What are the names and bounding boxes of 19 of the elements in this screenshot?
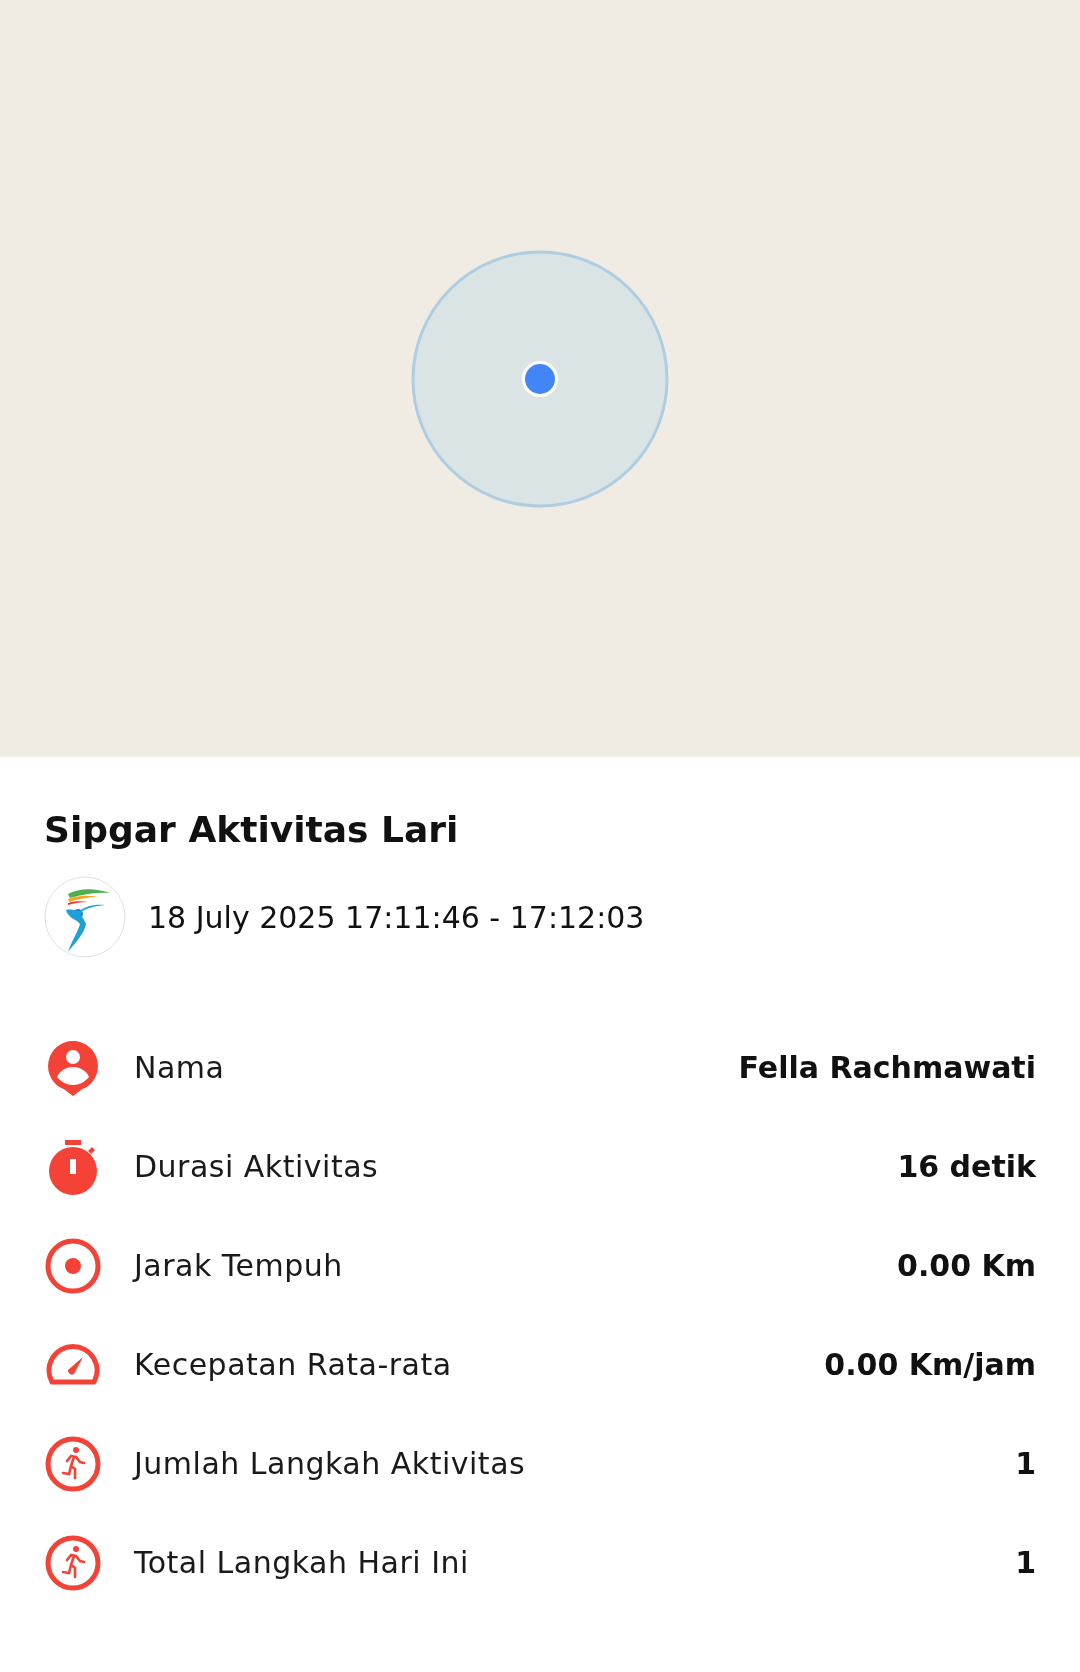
stat-label: Kecepatan Rata-rata — [134, 1347, 453, 1382]
activity-title: Sipgar Aktivitas Lari — [44, 809, 460, 850]
stat-label: Durasi Aktivitas — [134, 1149, 380, 1184]
stat-value: Fella Rachmawati — [738, 1050, 1036, 1085]
target-icon — [44, 1236, 102, 1295]
stat-label: Jumlah Langkah Aktivitas — [134, 1446, 527, 1481]
stat-value: 0.00 Km/jam — [824, 1347, 1036, 1382]
stat-value: 0.00 Km — [897, 1248, 1036, 1283]
map[interactable] — [0, 0, 1080, 757]
runner-icon — [44, 1434, 102, 1493]
runner-icon — [44, 1533, 102, 1592]
stat-value: 1 — [1015, 1545, 1036, 1580]
stat-label: Total Langkah Hari Ini — [134, 1545, 470, 1580]
stat-value: 16 detik — [897, 1149, 1036, 1184]
runner-logo-icon — [44, 876, 126, 958]
stat-value: 1 — [1015, 1446, 1036, 1481]
activity-date-range: 18 July 2025 17:11:46 - 17:12:03 — [148, 899, 645, 935]
stat-label: Jarak Tempuh — [134, 1248, 344, 1283]
stat-label: Nama — [134, 1050, 226, 1085]
